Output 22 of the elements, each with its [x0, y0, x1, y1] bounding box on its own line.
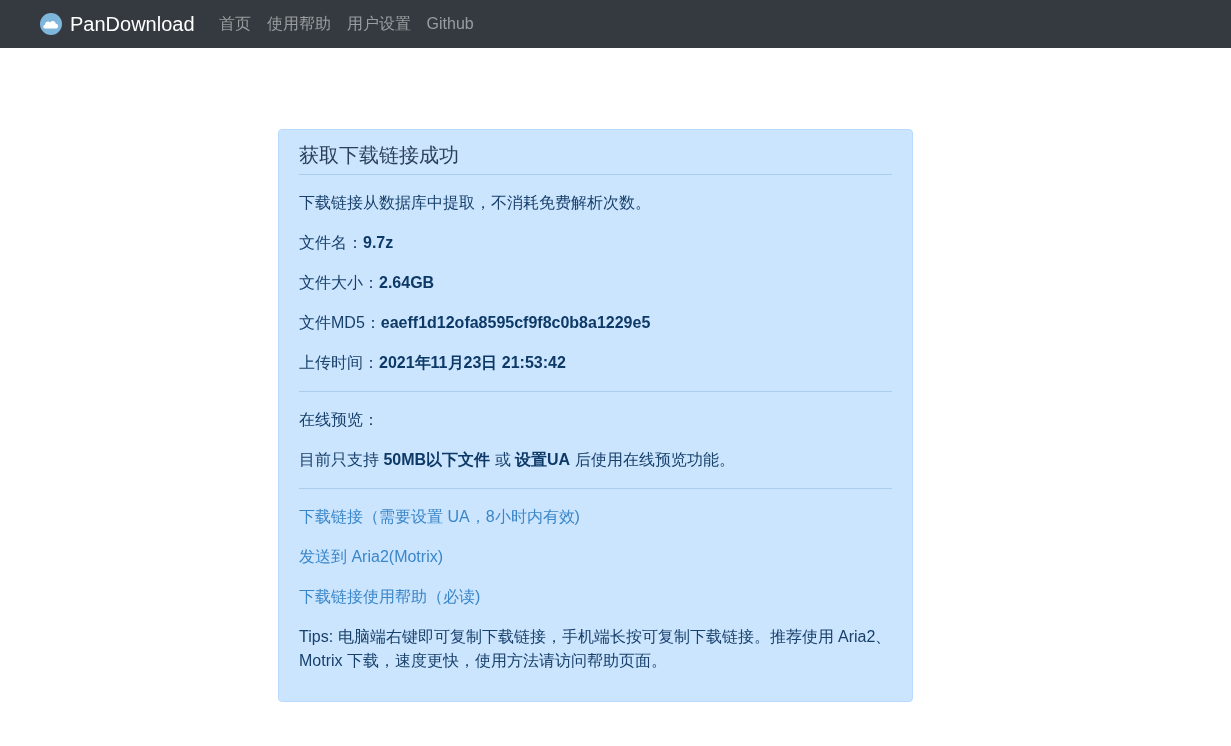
field-label: 文件大小： [299, 273, 379, 293]
download-link[interactable]: 发送到 Aria2(Motrix) [299, 548, 443, 565]
download-link[interactable]: 下载链接（需要设置 UA，8小时内有效) [299, 508, 580, 525]
cloud-logo-icon [40, 13, 62, 35]
nav-link[interactable]: 首页 [210, 12, 259, 36]
nav-link[interactable]: Github [418, 12, 482, 36]
field-value: eaeff1d12ofa8595cf9f8c0b8a1229e5 [380, 313, 651, 333]
field-value: 2021年11月23日 21:53:42 [379, 353, 566, 373]
field-value: 9.7z [363, 233, 394, 253]
field-label: 文件MD5： [299, 313, 381, 333]
alert-title: 获取下载链接成功 [299, 143, 460, 167]
preview-heading: 在线预览： [299, 410, 380, 430]
field-label: 文件名： [299, 233, 363, 253]
field-label: 上传时间： [299, 353, 379, 373]
tips-text: Tips: 电脑端右键即可复制下载链接，手机端长按可复制下载链接。推荐使用 Aria2、Motrix 下载，速度更快，使用方法请访问帮助页面。 [299, 627, 892, 671]
preview-note: 目前只支持 50MB以下文件 或 设置UA 后使用在线预览功能。 [299, 450, 736, 470]
brand-link[interactable]: PanDownload [40, 12, 195, 36]
nav-link[interactable]: 用户设置 [338, 12, 419, 36]
field-value: 2.64GB [379, 273, 435, 293]
download-link[interactable]: 下载链接使用帮助（必读) [299, 588, 481, 605]
nav-link[interactable]: 使用帮助 [258, 12, 339, 36]
notice-text: 下载链接从数据库中提取，不消耗免费解析次数。 [299, 193, 652, 213]
